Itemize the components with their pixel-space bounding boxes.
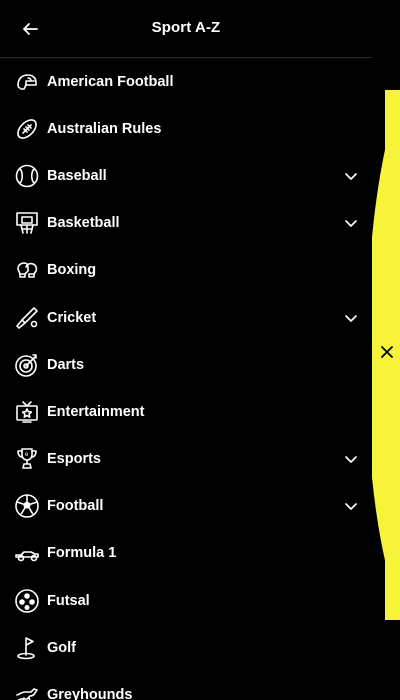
sport-item-australian-rules[interactable]: Australian Rules: [0, 105, 372, 152]
sport-item-label: Australian Rules: [47, 120, 162, 137]
sport-item-greyhounds[interactable]: Greyhounds: [0, 671, 372, 700]
cricket-bat-icon: [14, 305, 40, 331]
sport-item-label: Esports: [47, 451, 101, 468]
sport-item-label: Greyhounds: [47, 687, 133, 700]
sport-item-cricket[interactable]: Cricket: [0, 294, 372, 341]
chevron-down-icon[interactable]: [342, 450, 360, 468]
formula-car-icon: [14, 540, 40, 566]
sport-item-label: Golf: [47, 639, 76, 656]
chevron-down-icon[interactable]: [342, 167, 360, 185]
sport-item-label: Formula 1: [47, 545, 117, 562]
basketball-hoop-icon: [14, 210, 40, 236]
sport-item-golf[interactable]: Golf: [0, 624, 372, 671]
sport-item-label: Baseball: [47, 167, 107, 184]
close-button[interactable]: [377, 342, 397, 362]
sport-item-label: Basketball: [47, 215, 120, 232]
sport-item-baseball[interactable]: Baseball: [0, 152, 372, 199]
sport-item-darts[interactable]: Darts: [0, 341, 372, 388]
sport-item-label: Futsal: [47, 592, 90, 609]
darts-target-icon: [14, 352, 40, 378]
sport-item-entertainment[interactable]: Entertainment: [0, 388, 372, 435]
baseball-icon: [14, 163, 40, 189]
sport-item-label: Entertainment: [47, 403, 145, 420]
golf-flag-icon: [14, 635, 40, 661]
soccer-ball-icon: [14, 493, 40, 519]
page-title: Sport A-Z: [151, 19, 221, 36]
sport-item-basketball[interactable]: Basketball: [0, 200, 372, 247]
sport-item-label: Boxing: [47, 262, 97, 279]
sport-item-boxing[interactable]: Boxing: [0, 247, 372, 294]
sport-item-label: American Football: [47, 73, 174, 90]
tv-star-icon: [14, 399, 40, 425]
close-icon: [381, 346, 393, 358]
sport-list: American Football Australian Rules Basebal…: [0, 58, 372, 700]
sport-item-label: Darts: [47, 356, 85, 373]
sport-item-futsal[interactable]: Futsal: [0, 577, 372, 624]
futsal-ball-icon: [14, 588, 40, 614]
svg-text:e: e: [25, 452, 29, 458]
boxing-gloves-icon: [14, 257, 40, 283]
sport-item-esports[interactable]: e Esports: [0, 436, 372, 483]
chevron-down-icon[interactable]: [342, 309, 360, 327]
chevron-down-icon[interactable]: [342, 214, 360, 232]
greyhound-icon: [14, 682, 40, 700]
sport-item-formula-1[interactable]: Formula 1: [0, 530, 372, 577]
chevron-down-icon[interactable]: [342, 497, 360, 515]
american-football-helmet-icon: [14, 69, 40, 95]
sport-item-label: Cricket: [47, 309, 97, 326]
sport-item-label: Football: [47, 498, 104, 515]
australian-rules-ball-icon: [14, 116, 40, 142]
sport-item-football[interactable]: Football: [0, 483, 372, 530]
sport-item-american-football[interactable]: American Football: [0, 58, 372, 105]
esports-trophy-icon: e: [14, 446, 40, 472]
header: Sport A-Z: [0, 0, 372, 58]
